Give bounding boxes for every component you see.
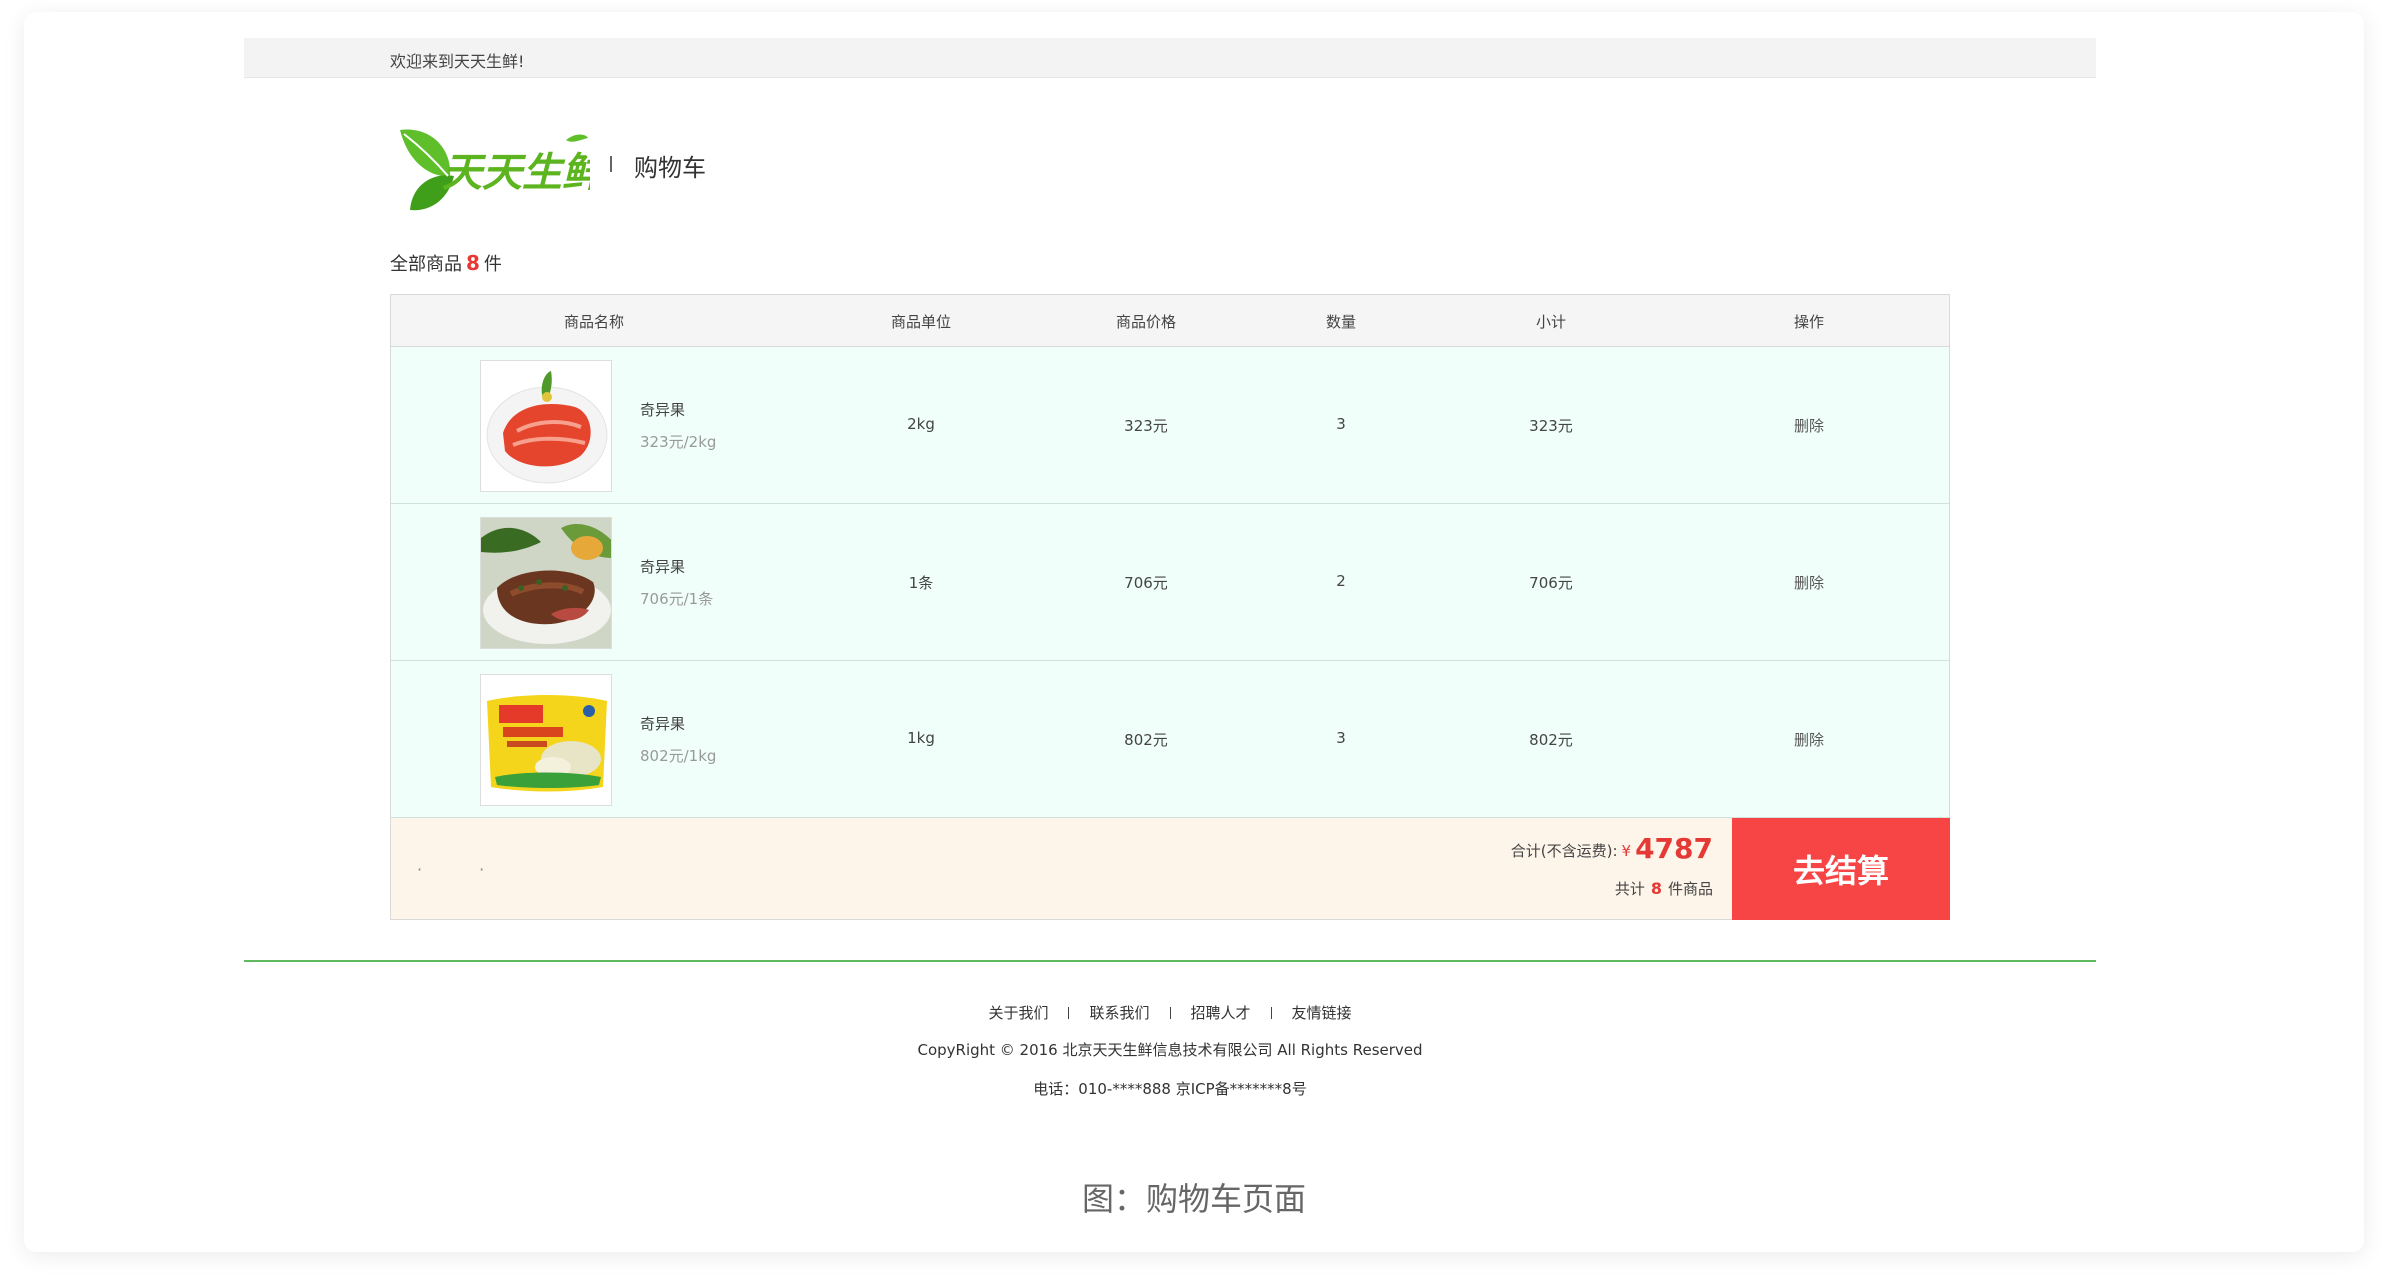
welcome-text: 欢迎来到天天生鲜! — [390, 52, 525, 71]
tiantian-logo[interactable]: 天天生鲜 — [390, 118, 590, 213]
product-quantity[interactable]: 3 — [1336, 415, 1346, 433]
footer-links: 关于我们 联系我们 招聘人才 友情链接 — [244, 1002, 2096, 1023]
footer-phone: 电话：010-****888 京ICP备*******8号 — [1033, 1080, 1307, 1098]
product-subtotal: 706元 — [1529, 574, 1573, 592]
footer-separator — [1169, 1006, 1171, 1019]
product-price: 323元 — [1124, 417, 1168, 435]
column-header-quantity: 数量 — [1325, 313, 1357, 331]
product-unit-price: 706元/1条 — [640, 590, 714, 608]
product-name[interactable]: 奇异果 — [640, 556, 685, 577]
total-quantity: 8 — [1650, 879, 1662, 898]
product-subtotal: 802元 — [1529, 731, 1573, 749]
top-bar: 欢迎来到天天生鲜! — [244, 38, 2096, 78]
product-quantity[interactable]: 2 — [1336, 572, 1346, 590]
column-header-name: 商品名称 — [563, 313, 625, 331]
product-price: 706元 — [1124, 574, 1168, 592]
total-line: 合计(不含运费): ¥4787 — [1511, 832, 1713, 865]
product-subtotal: 323元 — [1529, 417, 1573, 435]
footer-link-about[interactable]: 关于我们 — [988, 1002, 1048, 1023]
cart-count-prefix: 全部商品 — [390, 254, 462, 275]
product-unit-price: 802元/1kg — [640, 747, 717, 765]
footer-link-friends[interactable]: 友情链接 — [1292, 1002, 1352, 1023]
food-image-steak[interactable] — [480, 517, 612, 649]
total-quantity-prefix: 共计 — [1614, 880, 1645, 898]
total-quantity-line: 共计 8 件商品 — [1615, 878, 1713, 899]
delete-button[interactable]: 删除 — [1794, 415, 1824, 436]
title-separator — [610, 156, 612, 172]
food-image-dumplings-package[interactable] — [480, 674, 612, 806]
cart-table: 商品名称 商品单位 商品价格 数量 小计 操作 奇异果 323元/2kg 2kg… — [390, 294, 1950, 920]
product-name[interactable]: 奇异果 — [640, 399, 685, 420]
column-header-action: 操作 — [1793, 313, 1825, 331]
column-header-price: 商品价格 — [1115, 313, 1177, 331]
delete-button[interactable]: 删除 — [1794, 729, 1824, 750]
footer-link-contact[interactable]: 联系我们 — [1089, 1002, 1149, 1023]
footer-separator — [1068, 1006, 1070, 1019]
table-row: 奇异果 802元/1kg 1kg 802元 3 802元 删除 — [391, 661, 1949, 818]
total-amount: 4787 — [1635, 832, 1713, 865]
total-quantity-suffix: 件商品 — [1667, 880, 1713, 898]
footer-copyright: CopyRight © 2016 北京天天生鲜信息技术有限公司 All Righ… — [917, 1041, 1423, 1059]
table-row: 奇异果 323元/2kg 2kg 323元 3 323元 删除 — [391, 347, 1949, 504]
product-unit: 2kg — [907, 415, 935, 433]
footer: 关于我们 联系我们 招聘人才 友情链接 CopyRight © 2016 北京天… — [244, 1002, 2096, 1099]
product-unit: 1kg — [907, 729, 935, 747]
cart-count-number: 8 — [466, 251, 480, 275]
product-price: 802元 — [1124, 731, 1168, 749]
footer-separator — [1270, 1006, 1272, 1019]
table-row: 奇异果 706元/1条 1条 706元 2 706元 删除 — [391, 504, 1949, 661]
footer-divider — [244, 960, 2096, 962]
cart-count-suffix: 件 — [483, 254, 502, 275]
footer-link-jobs[interactable]: 招聘人才 — [1191, 1002, 1251, 1023]
logo-text: 天天生鲜 — [442, 150, 590, 196]
delete-button[interactable]: 删除 — [1794, 572, 1824, 593]
page-title: 购物车 — [634, 154, 706, 182]
figure-caption: 图：购物车页面 — [1081, 1180, 1306, 1218]
product-name[interactable]: 奇异果 — [640, 713, 685, 734]
site-page: 欢迎来到天天生鲜! 天天生鲜 购物车 全部商品 8 件 商品名称 商品单位 商品价格… — [244, 38, 2096, 1098]
currency-symbol: ¥ — [1621, 842, 1632, 860]
cart-count: 全部商品 8 件 — [390, 250, 502, 276]
checkout-button[interactable]: 去结算 — [1732, 818, 1950, 920]
column-header-unit: 商品单位 — [890, 313, 952, 331]
product-unit: 1条 — [908, 574, 934, 592]
cart-summary: · · 合计(不含运费): ¥4787 共计 8 件商品 去结算 — [391, 818, 1950, 920]
table-header: 商品名称 商品单位 商品价格 数量 小计 操作 — [391, 295, 1949, 347]
food-image-salmon[interactable] — [480, 360, 612, 492]
product-quantity[interactable]: 3 — [1336, 729, 1346, 747]
header-brand: 天天生鲜 购物车 — [390, 118, 890, 218]
total-label: 合计(不含运费): — [1510, 842, 1618, 860]
column-header-subtotal: 小计 — [1535, 313, 1567, 331]
summary-dots: · · — [417, 860, 511, 879]
product-unit-price: 323元/2kg — [640, 433, 717, 451]
